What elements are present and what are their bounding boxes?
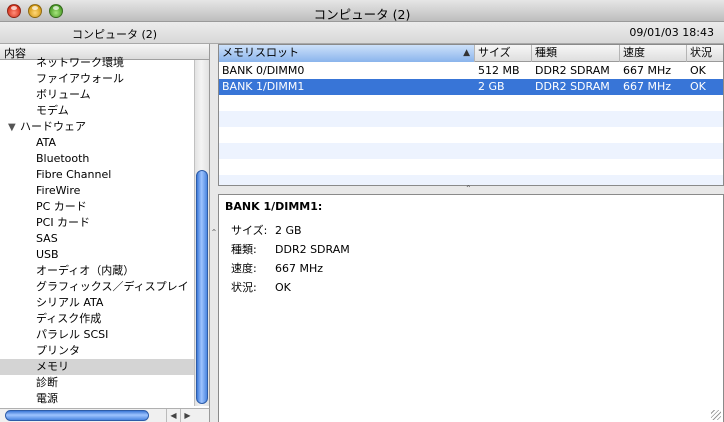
table-header: メモリスロット ▲ サイズ 種類 速度 状況: [219, 45, 723, 62]
sidebar-item-label: PC カード: [36, 200, 87, 213]
table-cell: 667 MHz: [623, 80, 672, 93]
sidebar-scroll-thumb[interactable]: [196, 170, 208, 404]
triangle-down-icon[interactable]: ▼: [8, 120, 20, 136]
sidebar-item[interactable]: SAS: [0, 231, 194, 247]
property-value: OK: [275, 281, 291, 294]
sidebar-vertical-scrollbar[interactable]: [194, 60, 209, 406]
property-label: サイズ:: [231, 224, 268, 237]
splitter-grip-icon[interactable]: ⌃: [465, 184, 472, 193]
detail-title: BANK 1/DIMM1:: [225, 200, 323, 213]
sidebar-item-label: ディスク作成: [36, 312, 102, 325]
title-bar: コンピュータ (2): [0, 0, 724, 22]
column-header-speed[interactable]: 速度: [620, 45, 687, 62]
sidebar-item-label: ファイアウォール: [36, 72, 124, 85]
sidebar-item[interactable]: ファイアウォール: [0, 71, 194, 87]
property-value: 2 GB: [275, 224, 302, 237]
sidebar-item-label: メモリ: [36, 360, 69, 373]
sidebar-item-label: ハードウェア: [20, 120, 86, 133]
sidebar-item[interactable]: グラフィックス／ディスプレイ: [0, 279, 194, 295]
table-cell: 512 MB: [478, 64, 520, 77]
contents-sidebar: 内容 ネットワーク環境 ファイアウォール ボリューム モデム ▼ ハードウェア ATA Blu…: [0, 44, 210, 408]
report-datetime: 09/01/03 18:43: [629, 26, 714, 39]
sidebar-item[interactable]: シリアル ATA: [0, 295, 194, 311]
sidebar-item-label: モデム: [36, 104, 69, 117]
property-value: 667 MHz: [275, 262, 324, 275]
table-row[interactable]: BANK 1/DIMM1 2 GB DDR2 SDRAM 667 MHz OK: [219, 79, 723, 95]
sidebar-group[interactable]: ▼ ハードウェア: [0, 119, 194, 135]
column-header-type[interactable]: 種類: [532, 45, 620, 62]
splitter-caret-icon[interactable]: ⌃: [210, 228, 218, 237]
property-label: 速度:: [231, 262, 257, 275]
sidebar-item-label: FireWire: [36, 184, 81, 197]
sidebar-item[interactable]: ネットワーク環境: [0, 55, 194, 71]
column-header-status[interactable]: 状況: [687, 45, 723, 62]
property-label: 種類:: [231, 243, 257, 256]
sidebar-item-label: Bluetooth: [36, 152, 90, 165]
sidebar-item[interactable]: プリンタ: [0, 343, 194, 359]
sidebar-item[interactable]: FireWire: [0, 183, 194, 199]
empty-table-row: [219, 95, 723, 111]
sidebar-item-label: SAS: [36, 232, 58, 245]
sidebar-item[interactable]: オーディオ（内蔵）: [0, 263, 194, 279]
sidebar-item-label: USB: [36, 248, 59, 261]
sidebar-item[interactable]: 診断: [0, 375, 194, 391]
sort-ascending-icon: ▲: [463, 48, 470, 58]
sidebar-item[interactable]: Bluetooth: [0, 151, 194, 167]
empty-table-row: [219, 143, 723, 159]
sidebar-horizontal-scrollbar[interactable]: ◀ ▶: [0, 408, 210, 422]
empty-table-row: [219, 111, 723, 127]
empty-table-row: [219, 159, 723, 175]
table-row[interactable]: BANK 0/DIMM0 512 MB DDR2 SDRAM 667 MHz OK: [219, 63, 723, 79]
sidebar-item-label: ネットワーク環境: [36, 56, 124, 69]
scroll-right-arrow-icon[interactable]: ▶: [180, 409, 194, 422]
detail-pane: BANK 1/DIMM1: サイズ: 2 GB 種類: DDR2 SDRAM 速度: 66…: [218, 194, 724, 422]
sidebar-item[interactable]: 電源: [0, 391, 194, 407]
sidebar-item[interactable]: ボリューム: [0, 87, 194, 103]
pane-splitter[interactable]: ⌃: [218, 184, 724, 194]
sidebar-hscroll-thumb[interactable]: [5, 410, 149, 421]
sidebar-item[interactable]: モデム: [0, 103, 194, 119]
column-header-size[interactable]: サイズ: [475, 45, 532, 62]
table-cell: OK: [690, 80, 706, 93]
sidebar-item[interactable]: メモリ: [0, 359, 194, 375]
sidebar-item[interactable]: ディスク作成: [0, 311, 194, 327]
table-cell: 2 GB: [478, 80, 505, 93]
sidebar-item-label: ボリューム: [36, 88, 91, 101]
property-value: DDR2 SDRAM: [275, 243, 350, 256]
window-title: コンピュータ (2): [313, 7, 411, 22]
sidebar-item[interactable]: PC カード: [0, 199, 194, 215]
column-header-slot[interactable]: メモリスロット ▲: [219, 45, 475, 62]
resize-grip-icon[interactable]: [711, 410, 721, 420]
empty-table-row: [219, 127, 723, 143]
sidebar-item[interactable]: USB: [0, 247, 194, 263]
table-cell: DDR2 SDRAM: [535, 64, 610, 77]
memory-slot-table: メモリスロット ▲ サイズ 種類 速度 状況 BANK 0/DIMM0 512 M…: [218, 44, 724, 186]
property-label: 状況:: [231, 281, 257, 294]
sidebar-item[interactable]: PCI カード: [0, 215, 194, 231]
computer-name: コンピュータ (2): [72, 28, 158, 41]
sidebar-item-label: PCI カード: [36, 216, 91, 229]
sidebar-item[interactable]: Fibre Channel: [0, 167, 194, 183]
table-cell: BANK 1/DIMM1: [222, 80, 305, 93]
table-cell: 667 MHz: [623, 64, 672, 77]
table-cell: BANK 0/DIMM0: [222, 64, 305, 77]
table-cell: DDR2 SDRAM: [535, 80, 610, 93]
sidebar-item-label: 診断: [36, 376, 58, 389]
sidebar-item-label: グラフィックス／ディスプレイ: [36, 280, 189, 293]
sidebar-item[interactable]: パラレル SCSI: [0, 327, 194, 343]
contents-tree: ネットワーク環境 ファイアウォール ボリューム モデム ▼ ハードウェア ATA Blueto…: [0, 56, 194, 407]
sidebar-item[interactable]: ATA: [0, 135, 194, 151]
sidebar-item-label: Fibre Channel: [36, 168, 112, 181]
sidebar-item-label: ATA: [36, 136, 57, 149]
sidebar-item-label: オーディオ（内蔵）: [36, 264, 135, 277]
table-cell: OK: [690, 64, 706, 77]
sidebar-item-label: パラレル SCSI: [36, 328, 109, 341]
info-bar: コンピュータ (2) 09/01/03 18:43: [0, 22, 724, 44]
sidebar-item-label: シリアル ATA: [36, 296, 104, 309]
sidebar-item-label: 電源: [36, 392, 58, 405]
scroll-left-arrow-icon[interactable]: ◀: [166, 409, 180, 422]
sidebar-item-label: プリンタ: [36, 344, 80, 357]
